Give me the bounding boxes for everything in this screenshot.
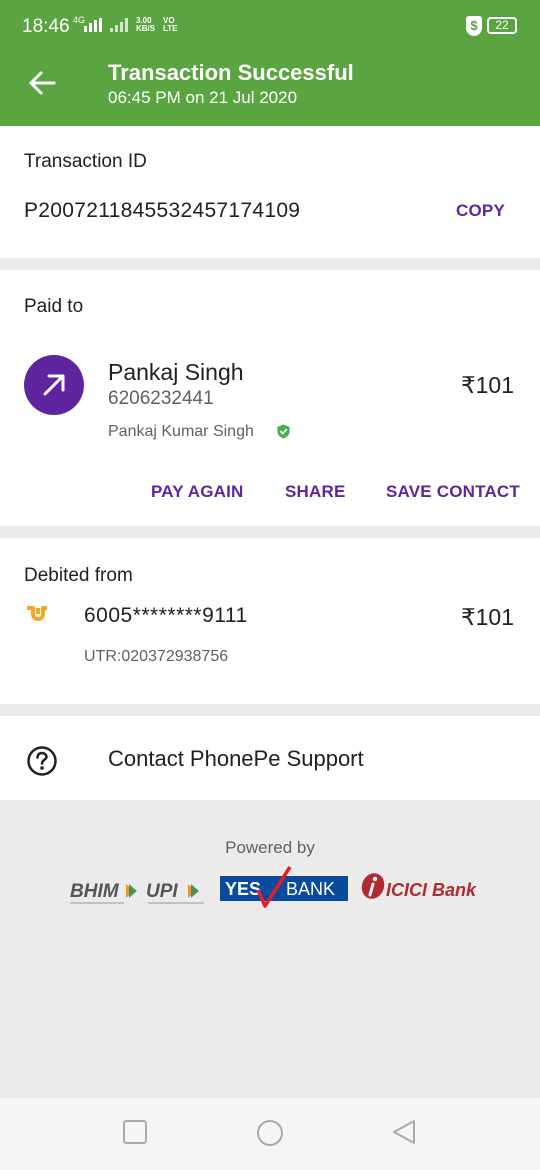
icici-logo-text: ICICI Bank [386,880,477,900]
debited-from-card: Debited from 6005********9111 ₹101 UTR:0… [0,538,540,704]
system-nav-bar [0,1098,540,1170]
yes-logo-text: YES [225,879,261,899]
debited-amount: ₹101 [460,604,514,630]
battery-icon: 22 [487,17,517,34]
debit-account-number: 6005********9111 [84,604,248,627]
utr-number: UTR:020372938756 [84,648,229,665]
bhim-logo-text: BHIM [70,881,120,902]
bank-logo-text: BANK [286,879,335,899]
bank-logo-icon [27,606,47,621]
status-bar: 18:46 4G 3.00 KB/S VO LTE $ 22 [0,0,540,52]
transaction-datetime: 06:45 PM on 21 Jul 2020 [108,88,298,107]
contact-support-row[interactable]: Contact PhonePe Support [0,716,540,800]
payee-name: Pankaj Singh [108,359,244,385]
transaction-id-value: P2007211845532457174109 [24,199,301,222]
paid-to-label: Paid to [24,296,84,317]
back-nav-icon[interactable] [390,1118,418,1146]
back-arrow-icon[interactable] [26,66,60,100]
paid-amount: ₹101 [460,372,514,398]
save-contact-button[interactable]: SAVE CONTACT [386,482,520,502]
yes-bank-logo: YES BANK [220,866,348,908]
speed-unit: KB/S [136,24,156,33]
recent-apps-icon[interactable] [121,1118,149,1146]
copy-button[interactable]: COPY [456,201,505,221]
arrow-up-right-icon [43,374,65,396]
network-speed: 3.00 KB/S [136,17,155,33]
status-time: 18:46 [22,16,70,37]
pay-again-button[interactable]: PAY AGAIN [151,482,244,502]
debited-from-label: Debited from [24,565,133,586]
payee-avatar [24,355,84,415]
volte-indicator: VO LTE [163,17,178,33]
powered-by-label: Powered by [225,838,315,857]
help-icon [27,746,57,776]
payee-full-name: Pankaj Kumar Singh [108,423,254,440]
home-icon[interactable] [255,1118,285,1148]
shield-icon: $ [466,16,482,36]
bhim-upi-logo: BHIM UPI [70,881,204,904]
paid-to-card: Paid to Pankaj Singh 6206232441 Pankaj K… [0,270,540,526]
payee-phone: 6206232441 [108,388,214,409]
signal-icon-secondary [110,18,128,32]
verified-icon [277,424,290,439]
share-button[interactable]: SHARE [285,482,346,502]
volte-bottom: LTE [163,24,178,33]
transaction-id-card: Transaction ID P2007211845532457174109 C… [0,126,540,258]
page-title: Transaction Successful [108,60,354,85]
transaction-id-label: Transaction ID [24,151,147,172]
signal-icon [84,18,102,32]
upi-logo-text: UPI [146,881,178,902]
contact-support-label: Contact PhonePe Support [108,746,364,771]
icici-bank-logo: ICICI Bank [361,873,477,900]
app-bar: Transaction Successful 06:45 PM on 21 Ju… [0,52,540,126]
